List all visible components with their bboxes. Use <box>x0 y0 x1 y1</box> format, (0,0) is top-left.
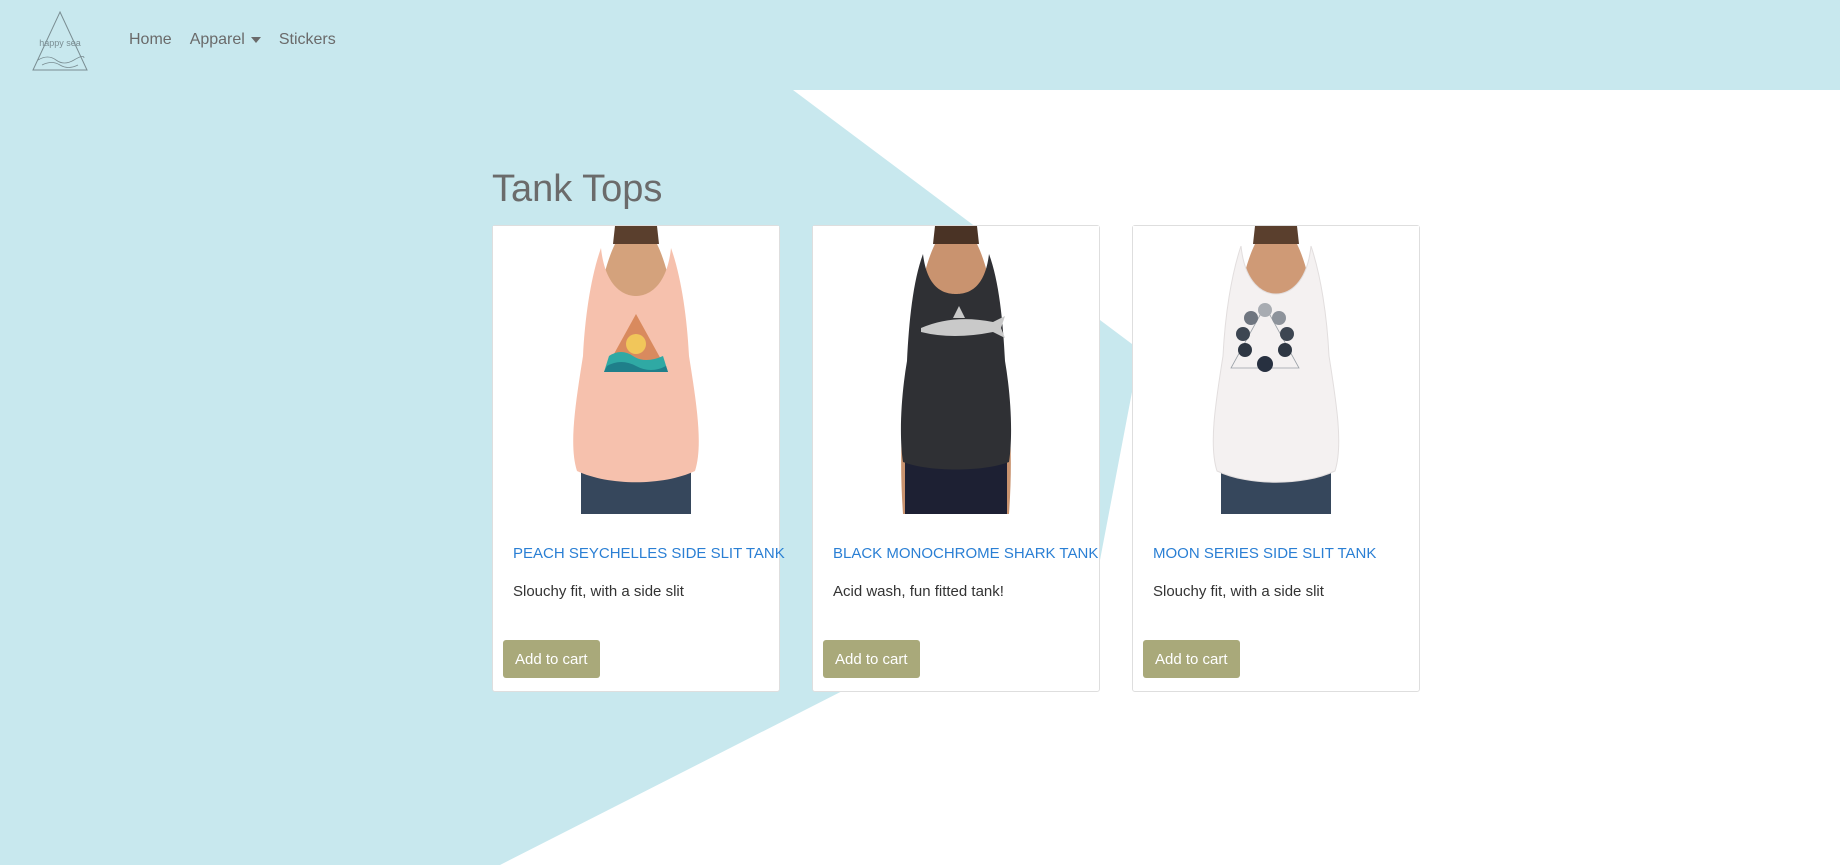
product-description: Slouchy fit, with a side slit <box>1153 583 1324 600</box>
product-title-link[interactable]: BLACK MONOCHROME SHARK TANK <box>833 545 1098 562</box>
logo[interactable]: happy sea <box>30 10 90 72</box>
add-to-cart-button[interactable]: Add to cart <box>1143 640 1240 678</box>
logo-text: happy sea <box>39 38 81 48</box>
product-card: MOON SERIES SIDE SLIT TANK Slouchy fit, … <box>1132 225 1420 692</box>
product-image[interactable] <box>1133 226 1419 514</box>
product-title-link[interactable]: PEACH SEYCHELLES SIDE SLIT TANK <box>513 545 785 562</box>
product-title-link[interactable]: MOON SERIES SIDE SLIT TANK <box>1153 545 1376 562</box>
product-image[interactable] <box>813 226 1099 514</box>
caret-down-icon <box>250 36 261 43</box>
product-card: PEACH SEYCHELLES SIDE SLIT TANK Slouchy … <box>492 225 785 692</box>
page-title: Tank Tops <box>492 168 663 210</box>
product-card: BLACK MONOCHROME SHARK TANK Acid wash, f… <box>812 225 1100 692</box>
navbar: happy sea Home Apparel Stickers <box>0 0 1840 90</box>
add-to-cart-button[interactable]: Add to cart <box>823 640 920 678</box>
nav-home[interactable]: Home <box>129 31 172 49</box>
add-to-cart-button[interactable]: Add to cart <box>503 640 600 678</box>
product-description: Acid wash, fun fitted tank! <box>833 583 1004 600</box>
nav-apparel-label: Apparel <box>189 31 245 48</box>
product-grid: PEACH SEYCHELLES SIDE SLIT TANK Slouchy … <box>492 225 1420 692</box>
product-image[interactable] <box>493 226 779 514</box>
nav-stickers[interactable]: Stickers <box>279 31 336 49</box>
nav-links: Home Apparel Stickers <box>129 0 336 80</box>
product-description: Slouchy fit, with a side slit <box>513 583 684 600</box>
nav-apparel-dropdown[interactable]: Apparel <box>190 31 261 49</box>
